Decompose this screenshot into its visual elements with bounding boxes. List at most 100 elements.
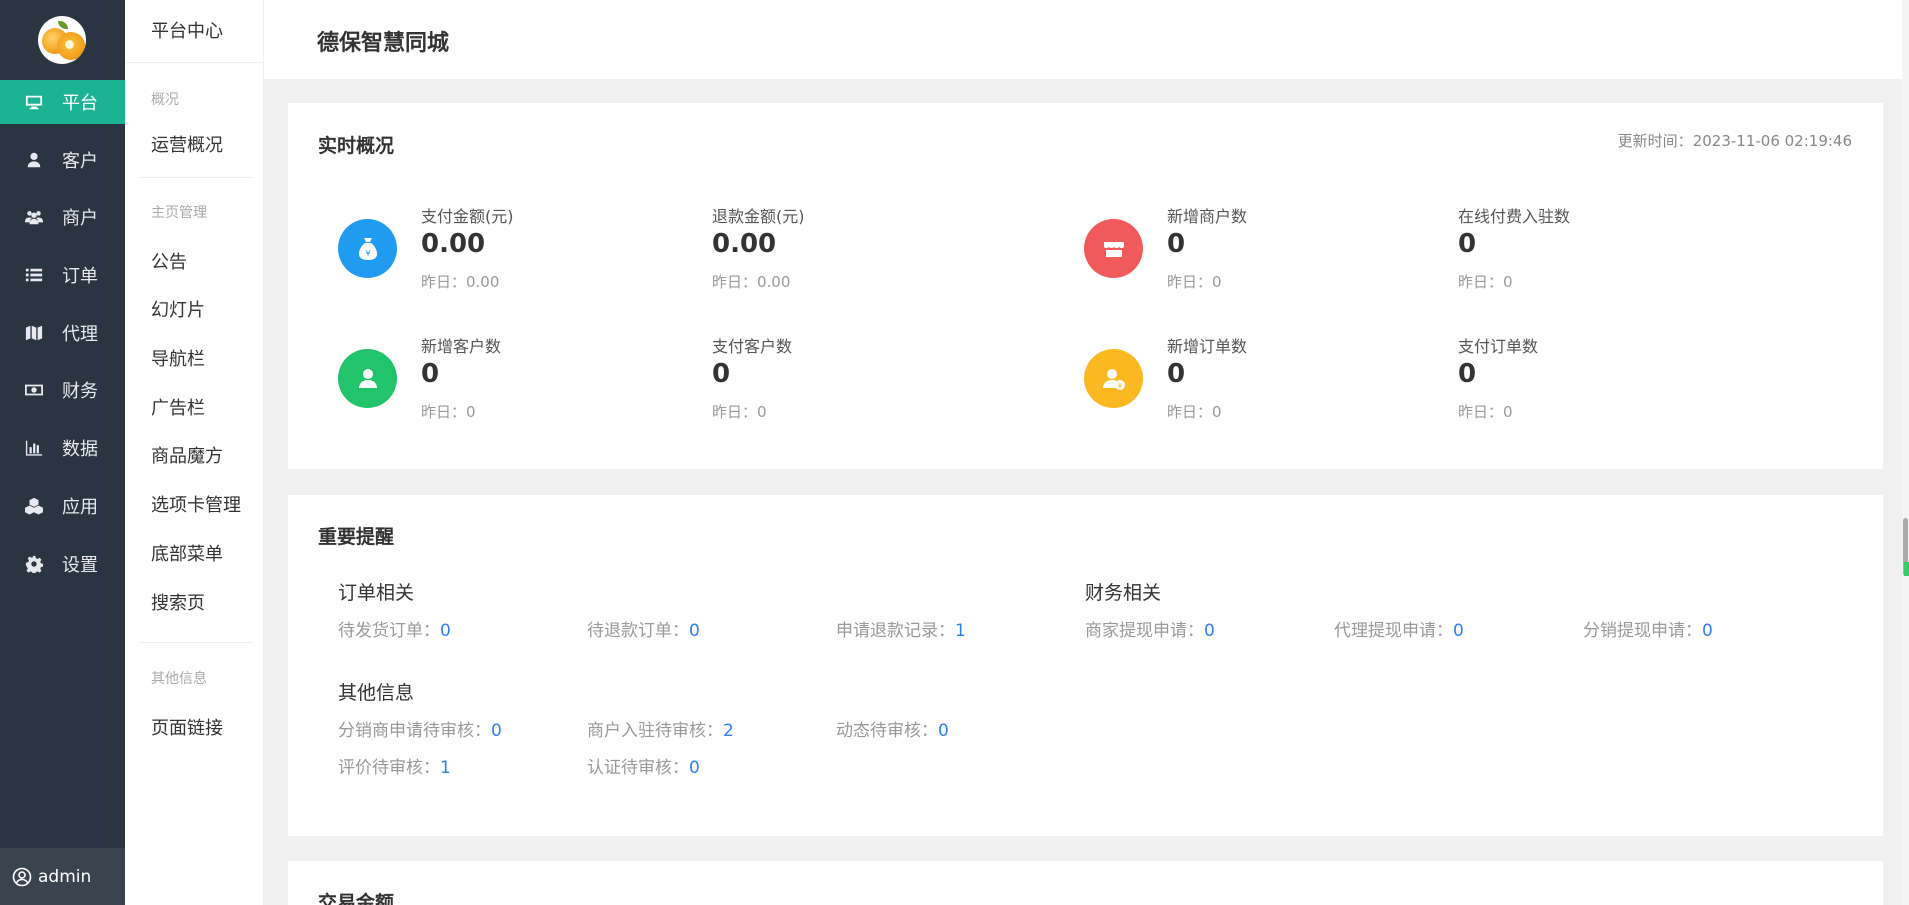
stat-new-customers: 新增客户数 0 昨日：0 [421,333,701,423]
stat-label: 新增订单数 [1167,337,1248,356]
subnav-item-operations[interactable]: 运营概况 [151,122,263,171]
order-circle: ¥ [1084,349,1143,408]
reminder-pending-ship[interactable]: 待发货订单：0 [338,616,451,641]
stat-refund-amount: 退款金额(元) 0.00 昨日：0.00 [712,203,992,293]
stat-value: 0 [1167,359,1186,389]
stat-value: 0 [421,359,440,389]
nav-label: 商户 [62,208,98,230]
subnav-item-product-cube[interactable]: 商品魔方 [151,433,263,482]
user-menu[interactable]: admin [0,848,125,905]
reminder-distributor-review[interactable]: 分销商申请待审核：0 [338,716,502,741]
money-bag-icon: ¥ [358,237,377,260]
subnav-item-slides[interactable]: 幻灯片 [151,287,263,336]
stat-value: 0 [1167,229,1186,259]
stat-yesterday: 昨日：0 [712,403,767,421]
stat-new-orders: 新增订单数 0 昨日：0 [1167,333,1447,423]
stat-yesterday: 昨日：0 [421,403,476,421]
orange-logo[interactable] [38,16,86,64]
nav-item-merchant[interactable]: 商户 [0,195,125,239]
reminder-review-pending[interactable]: 评价待审核：1 [338,753,451,778]
reminder-pending-refund[interactable]: 待退款订单：0 [587,616,700,641]
trade-card: 交易金额 [288,861,1883,905]
reminders-card: 重要提醒 订单相关 财务相关 待发货订单：0 待退款订单：0 申请退款记录：1 … [288,495,1883,836]
trade-title: 交易金额 [318,892,395,905]
gear-icon [24,554,44,574]
scroll-indicator [1904,562,1909,576]
reminder-refund-requests[interactable]: 申请退款记录：1 [836,616,966,641]
nav-item-data[interactable]: 数据 [0,426,125,470]
stat-paying-customers: 支付客户数 0 昨日：0 [712,333,992,423]
nav-item-platform[interactable]: 平台 [0,80,125,124]
realtime-card: 实时概况 更新时间：2023-11-06 02:19:46 ¥ 支付金额(元) … [288,103,1883,469]
sub-sidebar: 平台中心 概况 运营概况 主页管理 公告 幻灯片 导航栏 广告栏 商品魔方 选项… [125,0,264,905]
svg-text:¥: ¥ [365,249,370,258]
subnav-item-page-links[interactable]: 页面链接 [151,705,263,754]
reminder-merchant-withdraw[interactable]: 商家提现申请：0 [1085,616,1215,641]
money-icon [24,380,44,400]
map-icon [24,323,44,343]
subnav-item-tabs[interactable]: 选项卡管理 [151,482,263,531]
reminder-distribution-withdraw[interactable]: 分销提现申请：0 [1583,616,1713,641]
realtime-title: 实时概况 [318,135,395,157]
stat-yesterday: 昨日：0.00 [712,273,791,291]
subnav-item-navbar[interactable]: 导航栏 [151,336,263,385]
reminder-merchant-review[interactable]: 商户入驻待审核：2 [587,716,734,741]
nav-label: 应用 [62,496,98,518]
nav-item-customer[interactable]: 客户 [0,138,125,182]
page-title: 德保智慧同城 [317,31,450,56]
list-icon [24,265,44,285]
orange-slice-icon [57,32,85,60]
subnav-item-ads[interactable]: 广告栏 [151,385,263,434]
bar-chart-icon [24,438,44,458]
stat-label: 支付金额(元) [421,207,514,226]
nav-item-agent[interactable]: 代理 [0,311,125,355]
store-icon [1103,241,1124,257]
users-icon [24,207,44,227]
stat-value: 0 [712,359,731,389]
stat-label: 支付订单数 [1458,337,1539,356]
reminder-moments-review[interactable]: 动态待审核：0 [836,716,949,741]
group-label-home: 主页管理 [151,204,207,221]
reminders-title: 重要提醒 [318,526,395,548]
stat-yesterday: 昨日：0 [1458,403,1513,421]
nav-label: 财务 [62,381,98,403]
stat-label: 新增客户数 [421,337,502,356]
nav-label: 代理 [62,323,98,345]
nav-label: 订单 [62,266,98,288]
scrollbar[interactable] [1902,0,1909,905]
finance-section-title: 财务相关 [1085,582,1162,604]
other-section-title: 其他信息 [338,682,415,704]
order-section-title: 订单相关 [338,582,415,604]
stat-yesterday: 昨日：0 [1458,273,1513,291]
reminder-agent-withdraw[interactable]: 代理提现申请：0 [1334,616,1464,641]
subnav-item-notice[interactable]: 公告 [151,239,263,288]
nav-item-order[interactable]: 订单 [0,253,125,297]
subnav-title: 平台中心 [125,0,263,63]
stat-value: 0.00 [421,229,486,259]
stat-value: 0 [1458,359,1477,389]
stat-new-merchants: 新增商户数 0 昨日：0 [1167,203,1447,293]
money-bag-circle: ¥ [338,219,397,278]
nav-item-finance[interactable]: 财务 [0,368,125,412]
group-label-other: 其他信息 [151,671,207,688]
top-bar: 德保智慧同城 [264,0,1909,79]
store-circle [1084,219,1143,278]
stat-paid-onboarding: 在线付费入驻数 0 昨日：0 [1458,203,1738,293]
nav-label: 数据 [62,439,98,461]
username: admin [38,866,92,887]
stat-label: 新增商户数 [1167,207,1248,226]
group-label-overview: 概况 [151,92,179,108]
nav-label: 客户 [62,150,98,172]
reminder-certification-review[interactable]: 认证待审核：0 [587,753,700,778]
stat-value: 0.00 [712,229,777,259]
nav-item-settings[interactable]: 设置 [0,542,125,586]
subnav-item-bottom-menu[interactable]: 底部菜单 [151,531,263,580]
nav-label: 设置 [62,554,98,576]
subnav-item-search-page[interactable]: 搜索页 [151,580,263,629]
stat-pay-amount: 支付金额(元) 0.00 昨日：0.00 [421,203,701,293]
stat-label: 支付客户数 [712,337,793,356]
stat-yesterday: 昨日：0 [1167,273,1222,291]
stat-label: 退款金额(元) [712,207,805,226]
stat-label: 在线付费入驻数 [1458,207,1571,226]
nav-item-apps[interactable]: 应用 [0,484,125,528]
